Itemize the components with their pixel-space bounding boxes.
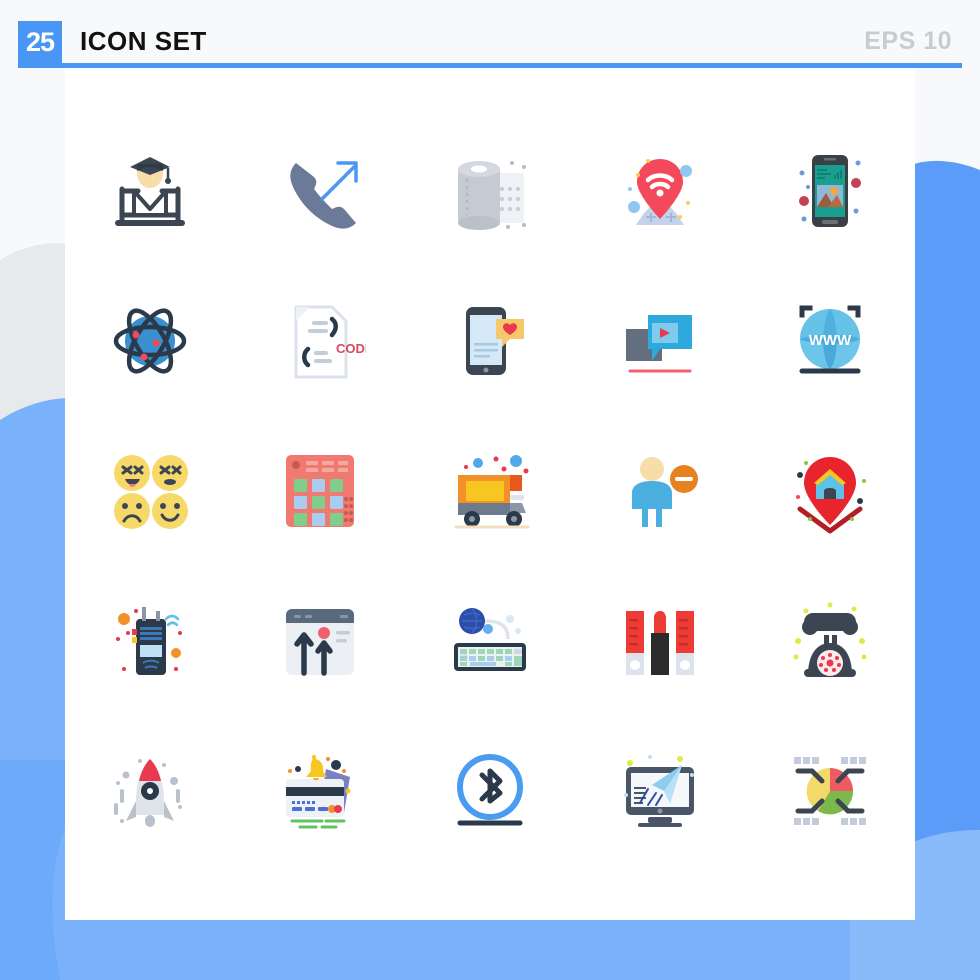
icon-cell-toilet-paper[interactable]	[405, 116, 575, 266]
rotary-telephone-icon	[793, 602, 867, 677]
icon-cell-delivery-truck[interactable]	[405, 416, 575, 566]
icon-set-page: 25 ICON SET EPS 10 COD WWW	[0, 0, 980, 980]
eps-version-label: EPS 10	[864, 27, 952, 55]
browser-upload-icon	[286, 609, 354, 676]
icon-cell-walkie-talkie[interactable]	[65, 566, 235, 716]
atom-science-icon	[113, 308, 187, 374]
icon-cell-browser-growth[interactable]	[235, 566, 405, 716]
icon-count-badge: 25	[18, 21, 62, 63]
www-globe-label: WWW	[809, 332, 852, 349]
icon-cell-bluetooth[interactable]	[405, 716, 575, 866]
icon-cell-code-file[interactable]: CODE	[235, 266, 405, 416]
icon-cell-phone-gallery[interactable]	[745, 116, 915, 266]
card-notification-icon	[286, 755, 351, 829]
code-file-icon: CODE	[294, 305, 366, 379]
toilet-paper-icon	[458, 161, 526, 230]
icon-cell-graduate-student[interactable]	[65, 116, 235, 266]
walkie-talkie-icon	[116, 607, 182, 675]
outgoing-call-icon	[290, 161, 358, 229]
keyboard-mouse-icon	[454, 608, 526, 671]
icon-cell-rotary-phone[interactable]	[745, 566, 915, 716]
remove-user-icon	[632, 457, 698, 527]
home-location-pin-icon	[796, 457, 866, 534]
video-message-icon	[626, 315, 692, 373]
icon-cell-card-alert[interactable]	[235, 716, 405, 866]
www-globe-icon: WWW	[799, 305, 861, 374]
icon-cell-drum-pad[interactable]	[235, 416, 405, 566]
rocket-startup-icon	[114, 759, 182, 827]
monitor-send-icon	[624, 755, 694, 827]
code-file-label: CODE	[336, 341, 366, 356]
icon-cell-emoji-set[interactable]	[65, 416, 235, 566]
smartphone-gallery-icon	[799, 155, 861, 227]
icon-cell-keyboard-mouse[interactable]	[405, 566, 575, 716]
page-title: ICON SET	[80, 26, 207, 56]
icon-cell-atom[interactable]	[65, 266, 235, 416]
drum-machine-icon	[286, 455, 354, 527]
pie-chart-network-icon	[794, 757, 866, 825]
graduate-student-icon	[115, 157, 185, 226]
icon-cell-pie-network[interactable]	[745, 716, 915, 866]
icon-cell-outgoing-call[interactable]	[235, 116, 405, 266]
icon-cell-monitor-send[interactable]	[575, 716, 745, 866]
lipstick-icon	[626, 610, 694, 675]
icon-cell-mobile-heart[interactable]	[405, 266, 575, 416]
wifi-location-pin-icon	[628, 159, 692, 225]
icon-cell-lipstick[interactable]	[575, 566, 745, 716]
bluetooth-icon	[457, 754, 523, 826]
delivery-truck-icon	[454, 455, 530, 529]
icon-cell-rocket[interactable]	[65, 716, 235, 866]
icon-cell-home-location[interactable]	[745, 416, 915, 566]
icon-grid: CODE	[65, 68, 915, 920]
emoticons-icon	[114, 455, 188, 529]
icon-cell-remove-user[interactable]	[575, 416, 745, 566]
icon-cell-www-globe[interactable]: WWW	[745, 266, 915, 416]
icon-cell-wifi-location[interactable]	[575, 116, 745, 266]
mobile-love-message-icon	[466, 307, 524, 375]
page-header: 25 ICON SET EPS 10	[0, 0, 980, 68]
icon-cell-video-chat[interactable]	[575, 266, 745, 416]
